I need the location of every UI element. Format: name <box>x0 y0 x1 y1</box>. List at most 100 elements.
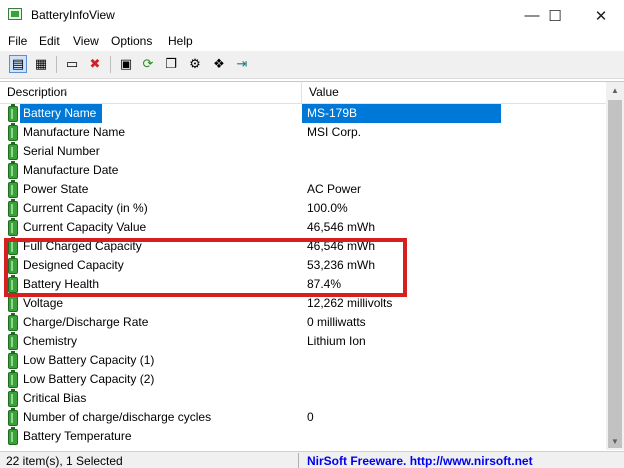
copy-icon[interactable]: ❐ <box>162 55 180 73</box>
battery-icon <box>8 104 18 122</box>
table-row[interactable]: Full Charged Capacity 46,546 mWh <box>0 237 606 256</box>
table-row[interactable]: Current Capacity (in %) 100.0% <box>0 199 606 218</box>
battery-icon <box>8 123 18 141</box>
table-row[interactable]: Chemistry Lithium Ion <box>0 332 606 351</box>
row-description: Designed Capacity <box>23 258 124 272</box>
maximize-button[interactable]: ☐ <box>532 0 578 31</box>
table-row[interactable]: Battery Name MS-179B <box>0 104 606 123</box>
row-value: MSI Corp. <box>307 125 362 139</box>
status-divider <box>298 453 299 468</box>
nirsoft-link[interactable]: NirSoft Freeware. http://www.nirsoft.net <box>307 454 533 468</box>
battery-icon <box>8 218 18 236</box>
row-value: 46,546 mWh <box>307 220 376 234</box>
table-row[interactable]: Designed Capacity 53,236 mWh <box>0 256 606 275</box>
row-value: 0 milliwatts <box>307 315 366 329</box>
battery-icon <box>8 199 18 217</box>
properties-icon[interactable]: ▭ <box>63 55 81 73</box>
row-description: Battery Health <box>23 277 100 291</box>
row-value <box>302 161 307 180</box>
table-row[interactable]: Low Battery Capacity (1) <box>0 351 606 370</box>
table-row[interactable]: Manufacture Date <box>0 161 606 180</box>
menu-view[interactable]: View <box>73 34 99 48</box>
row-description: Voltage <box>23 296 64 310</box>
sort-indicator: / <box>64 87 67 97</box>
menu-file[interactable]: File <box>8 34 27 48</box>
battery-icon <box>8 408 18 426</box>
row-value: AC Power <box>307 182 362 196</box>
menu-edit[interactable]: Edit <box>39 34 60 48</box>
table-row[interactable]: Voltage 12,262 millivolts <box>0 294 606 313</box>
row-description: Power State <box>23 182 89 196</box>
table-row[interactable]: Number of charge/discharge cycles 0 <box>0 408 606 427</box>
row-value <box>302 142 307 161</box>
battery-icon <box>8 389 18 407</box>
title-bar: BatteryInfoView — ☐ ✕ <box>0 0 624 31</box>
exit-icon[interactable]: ⇥ <box>233 55 251 73</box>
row-value <box>302 370 307 389</box>
row-value: Lithium Ion <box>307 334 366 348</box>
vertical-scrollbar[interactable]: ▲ ▼ <box>606 82 624 450</box>
battery-icon <box>8 237 18 255</box>
menu-bar: File Edit View Options Help <box>0 31 624 51</box>
battery-icon <box>8 256 18 274</box>
row-description: Number of charge/discharge cycles <box>23 410 212 424</box>
row-description: Current Capacity Value <box>23 220 147 234</box>
menu-options[interactable]: Options <box>111 34 152 48</box>
row-value <box>302 351 307 370</box>
battery-icon <box>8 313 18 331</box>
table-row[interactable]: Manufacture Name MSI Corp. <box>0 123 606 142</box>
delete-icon[interactable]: ✖ <box>86 55 104 73</box>
status-item-count: 22 item(s), 1 Selected <box>6 454 123 468</box>
row-description: Battery Name <box>20 104 103 123</box>
column-header-value[interactable]: Value <box>302 82 606 103</box>
row-description: Manufacture Date <box>23 163 119 177</box>
column-header-description[interactable]: Description / <box>0 82 302 103</box>
row-description: Current Capacity (in %) <box>23 201 148 215</box>
battery-icon <box>8 161 18 179</box>
table-row[interactable]: Battery Temperature <box>0 427 606 446</box>
table-row[interactable]: Low Battery Capacity (2) <box>0 370 606 389</box>
scroll-thumb[interactable] <box>608 100 622 448</box>
row-value: 100.0% <box>307 201 348 215</box>
battery-icon <box>8 370 18 388</box>
row-value <box>302 427 307 446</box>
close-button[interactable]: ✕ <box>578 0 624 31</box>
row-description: Battery Temperature <box>23 429 132 443</box>
row-value: MS-179B <box>302 104 501 123</box>
battery-icon <box>8 427 18 445</box>
table-row[interactable]: Battery Health 87.4% <box>0 275 606 294</box>
battery-icon <box>8 332 18 350</box>
window-title: BatteryInfoView <box>31 8 115 22</box>
table-row[interactable]: Critical Bias <box>0 389 606 408</box>
row-value: 46,546 mWh <box>307 239 376 253</box>
about-icon[interactable]: ❖ <box>210 55 228 73</box>
toolbar-separator <box>110 56 111 73</box>
refresh-icon[interactable]: ⟳ <box>139 55 157 73</box>
scroll-up-arrow[interactable]: ▲ <box>606 82 624 99</box>
battery-app-icon <box>8 8 22 20</box>
battery-info-list[interactable]: Description / Value Battery Name MS-179B M… <box>0 81 624 450</box>
row-description: Chemistry <box>23 334 78 348</box>
battery-icon <box>8 275 18 293</box>
log-view-icon[interactable]: ▦ <box>32 55 50 73</box>
save-icon[interactable]: ▣ <box>117 55 135 73</box>
options-icon[interactable]: ⚙ <box>186 55 204 73</box>
html-report-icon[interactable]: ▤ <box>9 55 27 73</box>
list-header: Description / Value <box>0 82 606 104</box>
row-value: 12,262 millivolts <box>307 296 393 310</box>
table-row[interactable]: Charge/Discharge Rate 0 milliwatts <box>0 313 606 332</box>
row-value: 0 <box>307 410 314 424</box>
table-row[interactable]: Serial Number <box>0 142 606 161</box>
table-row[interactable]: Current Capacity Value 46,546 mWh <box>0 218 606 237</box>
toolbar: ▤ ▦ ▭ ✖ ▣ ⟳ ❐ ⚙ ❖ ⇥ <box>0 51 624 79</box>
scroll-down-arrow[interactable]: ▼ <box>606 433 624 450</box>
toolbar-separator <box>56 56 57 73</box>
battery-icon <box>8 294 18 312</box>
row-description: Low Battery Capacity (2) <box>23 372 155 386</box>
row-value <box>302 389 307 408</box>
row-value: 87.4% <box>307 277 342 291</box>
table-row[interactable]: Power State AC Power <box>0 180 606 199</box>
battery-icon <box>8 142 18 160</box>
row-description: Low Battery Capacity (1) <box>23 353 155 367</box>
menu-help[interactable]: Help <box>168 34 193 48</box>
